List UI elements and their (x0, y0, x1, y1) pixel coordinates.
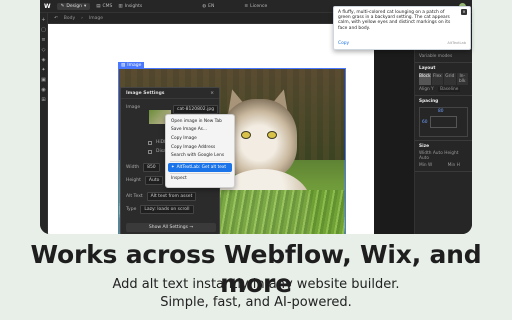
close-icon[interactable]: × (461, 9, 467, 15)
width-label: Width (126, 165, 140, 170)
assets-icon[interactable]: ▣ (41, 77, 46, 83)
align-select[interactable]: Baseline (438, 87, 461, 92)
left-rail: + ▢ ≡ ◇ ◈ ✦ ▣ ◉ ⊞ (40, 13, 48, 234)
style-panel: Image 1 on this page Variable modes Layo… (414, 24, 472, 234)
variables-icon[interactable]: ◈ (42, 57, 46, 63)
alt-text-select[interactable]: Alt text from asset (146, 192, 197, 201)
width-value[interactable]: Auto (433, 151, 443, 156)
menu-divider (170, 160, 230, 162)
width-input[interactable]: 850 (143, 163, 160, 172)
margin-top-value[interactable]: 80 (438, 109, 443, 114)
globe-icon: ◍ (202, 3, 207, 9)
display-flex[interactable]: Flex (431, 73, 444, 85)
type-label: Type (126, 207, 137, 212)
breadcrumb-image[interactable]: Image (89, 16, 103, 21)
disable-checkbox[interactable] (148, 149, 152, 154)
size-section: Size Width Auto Height Auto Min W Min H (415, 141, 472, 172)
display-segment: Block Flex Grid In-blk (419, 73, 468, 85)
menu-item-alttextlab[interactable]: ✦ AltTextLab: Get alt text (168, 162, 232, 172)
height-row: Height Auto (126, 176, 164, 185)
alt-text-label: Alt Text (126, 194, 143, 199)
brand-label: AltTextLab (447, 40, 466, 45)
close-icon[interactable]: × (210, 91, 214, 96)
hidpi-row: HiDPI (126, 140, 168, 145)
image-field-label: Image (126, 105, 141, 110)
design-mode-button[interactable]: ✎ Design ▾ (56, 2, 91, 10)
menu-divider (170, 172, 230, 174)
min-size-row: Min W Min H (419, 163, 460, 168)
cms-icon[interactable]: ◉ (41, 87, 45, 93)
menu-item-copy-address[interactable]: Copy Image Address (166, 143, 234, 152)
width-row: Width 850 (126, 163, 160, 172)
spacing-title: Spacing (419, 99, 439, 104)
display-block[interactable]: Block (419, 73, 431, 85)
height-input[interactable]: Auto (144, 176, 164, 185)
cat-eye-right (267, 131, 277, 139)
menu-item-google-lens[interactable]: Search with Google Lens (166, 151, 234, 160)
padding-box[interactable] (430, 116, 457, 128)
chevron-down-icon: ▾ (83, 3, 87, 9)
subheadline-2: Simple, fast, and AI-powered. (160, 295, 352, 310)
navigator-icon[interactable]: ≡ (41, 37, 45, 43)
undo-icon[interactable]: ↶ (54, 16, 58, 21)
file-name: cat-8120802.jpg (173, 105, 219, 114)
copy-button[interactable]: Copy (338, 41, 349, 46)
menu-item-copy-image[interactable]: Copy Image (166, 134, 234, 143)
alt-text-tooltip: × A fluffy, multi-colored cat lounging o… (333, 6, 471, 50)
height-label: Height (126, 178, 141, 183)
alttextlab-icon: ✦ (171, 164, 175, 170)
apps-icon[interactable]: ⊞ (41, 97, 45, 103)
type-row: Type Lazy: loads on scroll (126, 205, 194, 214)
spacing-section: Spacing 80 60 (415, 96, 472, 141)
image-row: Image (126, 105, 140, 110)
chart-icon: ▥ (118, 3, 123, 9)
list-icon: ≡ (244, 3, 249, 9)
add-icon[interactable]: + (41, 17, 45, 23)
design-canvas[interactable]: ▨ Image Image Settings × Image cat-81208… (48, 24, 374, 234)
generated-alt-text: A fluffy, multi-colored cat lounging on … (338, 10, 451, 31)
database-icon: ▤ (96, 3, 101, 9)
spacing-box[interactable]: 80 60 (419, 107, 468, 137)
pages-icon[interactable]: ▢ (41, 27, 46, 33)
layout-section: Layout Block Flex Grid In-blk Align Y Ba… (415, 63, 472, 96)
display-grid[interactable]: Grid (444, 73, 456, 85)
menu-item-inspect[interactable]: Inspect (166, 175, 234, 184)
layout-title: Layout (419, 66, 436, 71)
variable-modes[interactable]: Variable modes (415, 49, 472, 63)
brush-icon: ✎ (60, 3, 65, 9)
size-title: Size (419, 144, 429, 149)
alt-text-row: Alt Text Alt text from asset (126, 192, 197, 201)
margin-left-value[interactable]: 60 (422, 120, 427, 125)
image-settings-title: Image Settings (126, 90, 165, 96)
cat-eye-left (241, 131, 251, 139)
menu-item-save-image[interactable]: Save Image As... (166, 126, 234, 135)
styles-icon[interactable]: ✦ (41, 67, 45, 73)
insights-button[interactable]: ▥ Insights (118, 4, 142, 9)
align-row: Align Y Baseline (419, 87, 461, 92)
components-icon[interactable]: ◇ (42, 47, 46, 53)
height-value[interactable]: Auto (419, 156, 429, 161)
image-settings-header: Image Settings × (121, 88, 219, 99)
locale-selector[interactable]: ◍ EN (202, 4, 214, 9)
webflow-logo-icon: W (44, 2, 51, 10)
breadcrumb-body[interactable]: Body (64, 16, 75, 21)
display-inline-block[interactable]: In-blk (456, 73, 468, 85)
type-select[interactable]: Lazy: loads on scroll (140, 205, 194, 214)
size-row: Width Auto Height Auto (419, 151, 459, 161)
hidpi-checkbox[interactable] (148, 140, 152, 145)
context-menu: Open image in New Tab Save Image As... C… (165, 114, 235, 188)
cms-button[interactable]: ▤ CMS (96, 4, 112, 9)
show-all-settings-button[interactable]: Show All Settings → (126, 223, 216, 232)
menu-item-open-new-tab[interactable]: Open image in New Tab (166, 117, 234, 126)
licence-button[interactable]: ≡ Licence (244, 4, 267, 9)
breadcrumb-separator-icon: › (81, 15, 83, 21)
subheadline-1: Add alt text instantly in any website bu… (112, 277, 400, 292)
